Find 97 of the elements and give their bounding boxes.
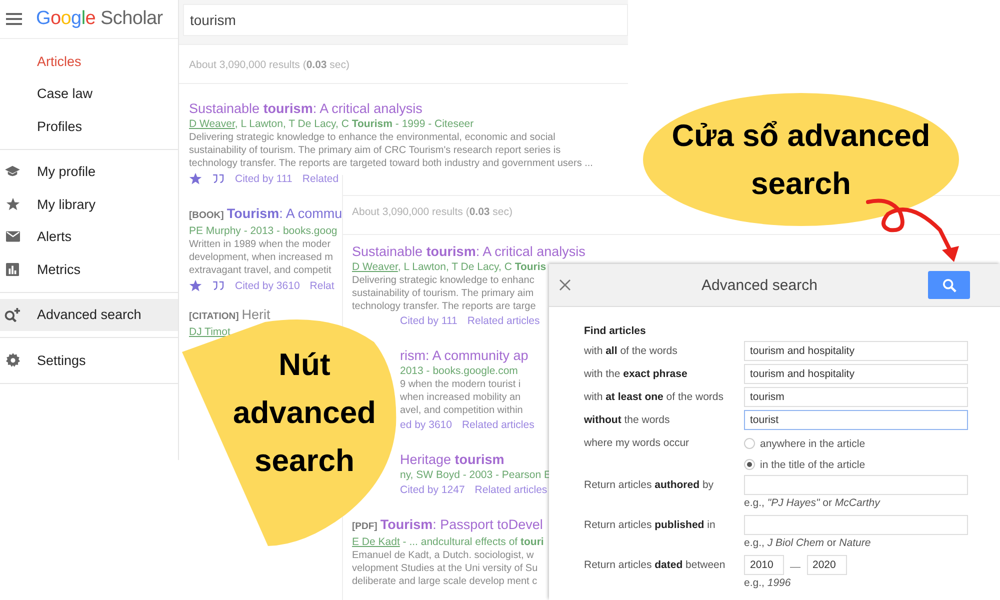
field-label: with all of the words (584, 344, 678, 357)
sidebar-item[interactable]: My library (0, 188, 178, 220)
input-field[interactable]: tourism (744, 387, 968, 407)
author-link[interactable]: D Weaver (352, 261, 398, 273)
radio-label[interactable]: in the title of the article (760, 458, 866, 470)
result-title-link[interactable]: Heritage tourism (400, 452, 504, 467)
result-snippet: technology transfer. The reports are targeted toward both industry and government users ... (189, 157, 593, 170)
field-label: without the words (584, 413, 671, 426)
cited-by-link[interactable]: Cited by 3610 (235, 280, 300, 292)
radio-button[interactable] (744, 459, 755, 470)
star-icon[interactable] (189, 172, 202, 185)
related-articles-link[interactable]: Related (302, 172, 339, 184)
range-separator: — (790, 560, 800, 572)
result-snippet: Delivering strategic knowledge to enhance the environmental, economic and social (189, 131, 556, 144)
related-articles-link[interactable]: Related articles (462, 419, 534, 431)
input-field[interactable] (744, 475, 968, 495)
logo[interactable]: Google Scholar (36, 8, 163, 30)
result-type-tag: [CITATION] (189, 311, 239, 322)
graduation-cap-icon (5, 165, 20, 178)
search-icon (942, 278, 956, 292)
field-label: Return articles dated between (584, 558, 726, 571)
radio-label[interactable]: anywhere in the article (760, 438, 866, 450)
input-field[interactable]: tourist (744, 410, 968, 430)
section-heading: Find articles (584, 325, 647, 337)
search-plus-icon (4, 307, 21, 322)
quote-icon[interactable] (212, 174, 225, 183)
star-icon (6, 197, 20, 212)
result-snippet: sustainability of tourism. The primary aim of CRC Tourism's research report series is (189, 144, 561, 157)
results-count: About 3,090,000 results (0.03 sec) (179, 45, 628, 84)
sidebar-item[interactable]: Profiles (0, 110, 178, 142)
result-source: - ... andcultural effects of touri (402, 536, 544, 548)
result-title-link[interactable]: Sustainable tourism: A critical analysis (352, 244, 586, 259)
bar-chart-icon (6, 262, 19, 276)
result-type-tag: [PDF] (352, 521, 378, 532)
radio-button[interactable] (744, 438, 755, 449)
author-link[interactable]: DJ Timot (189, 326, 230, 338)
input-field[interactable]: tourism and hospitality (744, 341, 968, 361)
author-link[interactable]: D Weaver (189, 118, 235, 130)
field-label: Return articles published in (584, 518, 716, 531)
sidebar-item[interactable]: Advanced search (0, 298, 178, 331)
result-source: PE Murphy - 2013 - books.goog (189, 225, 338, 237)
cited-by-link[interactable]: Cited by 111 (400, 315, 458, 327)
result-title-link[interactable]: Herit (242, 307, 270, 322)
year-from-field[interactable]: 2010 (744, 555, 784, 575)
related-articles-link[interactable]: Related articles (474, 484, 548, 496)
related-articles-link[interactable]: Relat (310, 280, 334, 292)
result-source: 2013 - books.google.com (400, 365, 518, 377)
result-title-link[interactable]: rism: A community ap (400, 348, 528, 363)
field-hint: e.g., 1996 (744, 577, 791, 589)
result-title-link[interactable]: Sustainable tourism: A critical analysis (189, 101, 422, 116)
result-snippet: deliberate and large scale develop ment c (352, 575, 538, 588)
result-snippet: velopment Studies at the Uni versity of Su (352, 562, 538, 575)
result-snippet: Emanuel de Kadt, a Dutch. sociologist, w (352, 549, 534, 562)
field-hint: e.g., "PJ Hayes" or McCarthy (744, 497, 880, 509)
field-label: with at least one of the words (584, 390, 724, 403)
field-label: where my words occur (584, 436, 690, 449)
year-to-field[interactable]: 2020 (806, 555, 846, 575)
author-link[interactable]: E De Kadt (352, 536, 400, 548)
field-label: with the exact phrase (584, 367, 688, 380)
star-icon[interactable] (189, 279, 202, 292)
sidebar-item[interactable]: My profile (0, 156, 178, 188)
envelope-icon (6, 231, 20, 242)
field-hint: e.g., J Biol Chem or Nature (744, 537, 871, 549)
input-field[interactable]: tourism and hospitality (744, 364, 968, 384)
close-icon[interactable] (559, 279, 571, 291)
result-snippet: technology transfer. The reports are targe (352, 300, 536, 313)
sidebar-item[interactable]: Articles (0, 45, 178, 78)
cited-by-link[interactable]: Cited by 1247 (400, 484, 465, 496)
input-field[interactable] (744, 515, 968, 535)
sidebar-item[interactable]: Metrics (0, 253, 178, 286)
sidebar-item[interactable]: Alerts (0, 220, 178, 253)
result-snippet: avel, and competition within (400, 404, 523, 417)
result-title-link[interactable]: Tourism: A commu (226, 206, 342, 221)
settings-icon (6, 353, 20, 368)
cited-by-link[interactable]: Cited by 111 (235, 172, 292, 184)
search-button[interactable] (928, 271, 970, 299)
result-snippet: sustainability of tourism. The primary aim (352, 287, 534, 300)
search-field[interactable]: tourism (183, 4, 628, 36)
result-snippet: when increased mobility an (400, 391, 521, 404)
related-articles-link[interactable]: Related articles (467, 315, 540, 327)
callout-text: Nút advanced search (232, 346, 377, 480)
result-title-link[interactable]: Tourism: Passport toDevel (380, 517, 543, 532)
result-source: , L Lawton, T De Lacy, C Touris (398, 261, 546, 273)
result-snippet: development, when increased m (189, 251, 333, 264)
result-snippet: Delivering strategic knowledge to enhanc (352, 274, 534, 287)
dialog-title: Advanced search (700, 276, 818, 294)
sidebar-item[interactable]: Settings (0, 344, 178, 376)
result-source: , L Lawton, T De Lacy, C Tourism - 1999 - Citeseer (234, 118, 474, 130)
cited-by-link[interactable]: ed by 3610 (400, 419, 452, 431)
quote-icon[interactable] (212, 281, 225, 290)
result-snippet: Written in 1989 when the moder (189, 238, 331, 251)
result-type-tag: [BOOK] (189, 210, 224, 221)
result-snippet: extravagant travel, and competit (189, 264, 332, 277)
field-label: Return articles authored by (584, 478, 715, 491)
sidebar-item[interactable]: Case law (0, 78, 178, 110)
menu-icon[interactable] (6, 13, 22, 25)
result-snippet: 9 when the modern tourist i (400, 378, 521, 391)
